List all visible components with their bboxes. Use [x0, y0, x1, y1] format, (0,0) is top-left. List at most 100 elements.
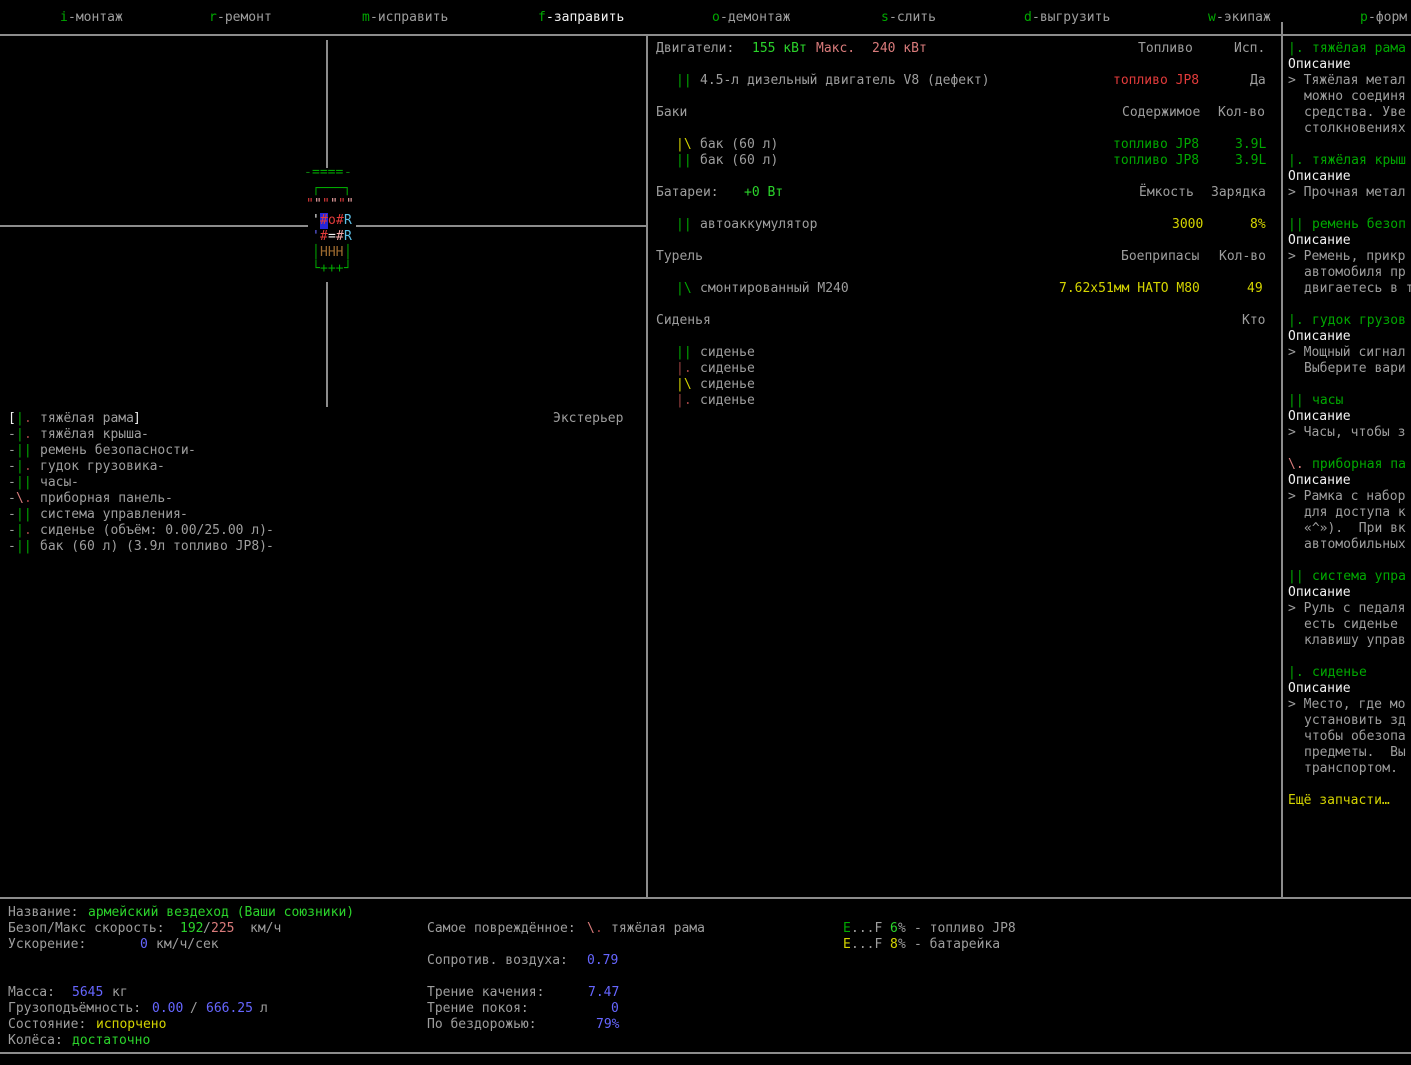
part-row-seat-3[interactable]: сиденье [700, 377, 755, 393]
desc-label: Описание [1288, 585, 1351, 600]
tanks-header: Кол-во [1218, 105, 1265, 120]
menu-item-siphon[interactable]: -слить [889, 10, 936, 26]
part-row-seat-2[interactable]: |. [676, 361, 692, 377]
cursor-part-heavy-roof: - [8, 427, 16, 442]
vehicle-row-cursor: ' [312, 213, 320, 228]
menu-item-siphon[interactable]: s [881, 10, 889, 26]
engines-header: Топливо [1138, 41, 1193, 56]
offroad-stat: По бездорожью: [427, 1017, 537, 1032]
part-row-turret[interactable]: |\ [676, 281, 692, 297]
desc-title-controls: || [1288, 569, 1304, 584]
cursor-part-tank: - [266, 539, 274, 554]
part-row-tank-2[interactable]: 3.9L [1235, 153, 1266, 169]
vehicle-row-frame-bottom: ┘ [344, 261, 352, 276]
batteries-header: +0 Вт [744, 185, 784, 200]
part-row-tank-1[interactable]: топливо JP8 [1113, 137, 1199, 153]
vehicle-row-bumper: - [344, 165, 352, 180]
vehicle-row-windshield: " [346, 197, 354, 212]
menu-item-repair[interactable]: r [209, 10, 217, 26]
fuel-gauge-jp8: ...F [851, 921, 883, 936]
desc-title-seatbelt: || [1288, 217, 1304, 232]
desc-label: Описание [1288, 57, 1351, 72]
vehicle-row-mid: = [328, 229, 336, 244]
vehicle-row-bumper: - [304, 165, 312, 180]
menu-item-shape[interactable]: p [1360, 10, 1368, 26]
vehicle-row-mid: # [336, 229, 344, 244]
part-row-battery[interactable]: автоаккумулятор [700, 217, 817, 233]
cursor-part-clock: часы [40, 475, 72, 490]
part-row-battery[interactable]: 3000 [1172, 217, 1203, 233]
vehicle-row-bumper: ==== [312, 165, 344, 180]
acceleration-stat: км/ч/сек [156, 937, 219, 952]
desc-title-clock: часы [1312, 393, 1344, 408]
cursor-part-dashboard: приборная панель [40, 491, 166, 506]
menu-item-mend[interactable]: -исправить [370, 10, 448, 26]
engines-header: Исп. [1234, 41, 1266, 56]
desc-text: установить зд [1304, 713, 1406, 728]
part-row-seat-1[interactable]: || [676, 345, 692, 361]
more-parts-link[interactable]: Ещё запчасти… [1288, 793, 1390, 809]
rolling-friction-stat: 7.47 [588, 985, 620, 1000]
part-row-tank-1[interactable]: 3.9L [1235, 137, 1266, 153]
vehicle-row-mid: # [320, 229, 328, 244]
menu-item-remove[interactable]: o [712, 10, 720, 26]
cursor-part-seat: . [24, 523, 32, 538]
fuel-gauge-battery: - батарейка [914, 937, 1001, 952]
vehicle-row-mid: ' [312, 229, 320, 244]
part-row-turret[interactable]: 7.62x51мм НАТО M80 [1059, 281, 1200, 297]
menu-item-refill[interactable]: f [538, 10, 546, 26]
part-row-engine[interactable]: Да [1250, 73, 1266, 89]
turret-header: Кол-во [1219, 249, 1266, 264]
fuel-gauge-battery: E [843, 937, 851, 952]
fuel-gauge-jp8: - топливо JP8 [914, 921, 1016, 936]
menu-item-refill[interactable]: -заправить [546, 10, 624, 26]
part-row-tank-2[interactable]: топливо JP8 [1113, 153, 1199, 169]
cursor-part-tank: бак (60 л) (3.9л топливо JP8) [40, 539, 267, 554]
part-row-turret[interactable]: 49 [1247, 281, 1263, 297]
menu-item-install[interactable]: i [60, 10, 68, 26]
cursor-part-horn: - [157, 459, 165, 474]
menu-item-crew[interactable]: -экипаж [1216, 10, 1271, 26]
desc-text: «^»). При вк [1304, 521, 1406, 536]
vehicle-row-cursor: # [320, 213, 328, 229]
cursor-part-heavy-frame: [ [8, 411, 16, 426]
menu-item-crew[interactable]: w [1208, 10, 1216, 26]
part-row-engine[interactable]: || [676, 73, 692, 89]
menu-item-unload[interactable]: d [1024, 10, 1032, 26]
seats-header: Кто [1242, 313, 1266, 328]
part-row-engine[interactable]: топливо JP8 [1113, 73, 1199, 89]
fuel-gauge-battery: 8 [890, 937, 898, 952]
part-row-tank-1[interactable]: |\ [676, 137, 692, 153]
batteries-header: Батареи: [656, 185, 719, 200]
crosshair-horizontal-right [356, 225, 646, 227]
part-row-seat-3[interactable]: |\ [676, 377, 692, 393]
vehicle-name: армейский вездеход (Ваши союзники) [88, 905, 355, 920]
menu-item-install[interactable]: -монтаж [68, 10, 123, 26]
cargo-volume-stat: Грузоподъёмность: [8, 1001, 142, 1016]
part-row-engine[interactable]: 4.5-л дизельный двигатель V8 (дефект) [700, 73, 990, 89]
most-damaged-stat: . [595, 921, 603, 936]
desc-text: автомобильных [1304, 537, 1406, 552]
menu-item-repair[interactable]: -ремонт [217, 10, 272, 26]
part-row-seat-4[interactable]: сиденье [700, 393, 755, 409]
desc-title-heavy-roof: |. [1288, 153, 1304, 168]
part-row-seat-2[interactable]: сиденье [700, 361, 755, 377]
part-row-battery[interactable]: 8% [1250, 217, 1266, 233]
cursor-part-tank: || [16, 539, 32, 554]
vehicle-row-cursor: o [328, 213, 336, 228]
menu-item-mend[interactable]: m [362, 10, 370, 26]
part-row-battery[interactable]: || [676, 217, 692, 233]
seats-header: Сиденья [656, 313, 711, 328]
part-row-seat-4[interactable]: |. [676, 393, 692, 409]
menu-item-unload[interactable]: -выгрузить [1032, 10, 1110, 26]
most-damaged-stat: \ [587, 921, 595, 936]
menu-item-shape[interactable]: -форм [1368, 10, 1407, 26]
part-row-tank-2[interactable]: бак (60 л) [700, 153, 778, 169]
part-row-seat-1[interactable]: сиденье [700, 345, 755, 361]
desc-title-seat: сиденье [1312, 665, 1367, 680]
menu-item-remove[interactable]: -демонтаж [720, 10, 790, 26]
part-row-tank-2[interactable]: || [676, 153, 692, 169]
part-row-tank-1[interactable]: бак (60 л) [700, 137, 778, 153]
part-row-turret[interactable]: смонтированный M240 [700, 281, 849, 297]
air-drag-stat: Сопротив. воздуха: [427, 953, 568, 968]
